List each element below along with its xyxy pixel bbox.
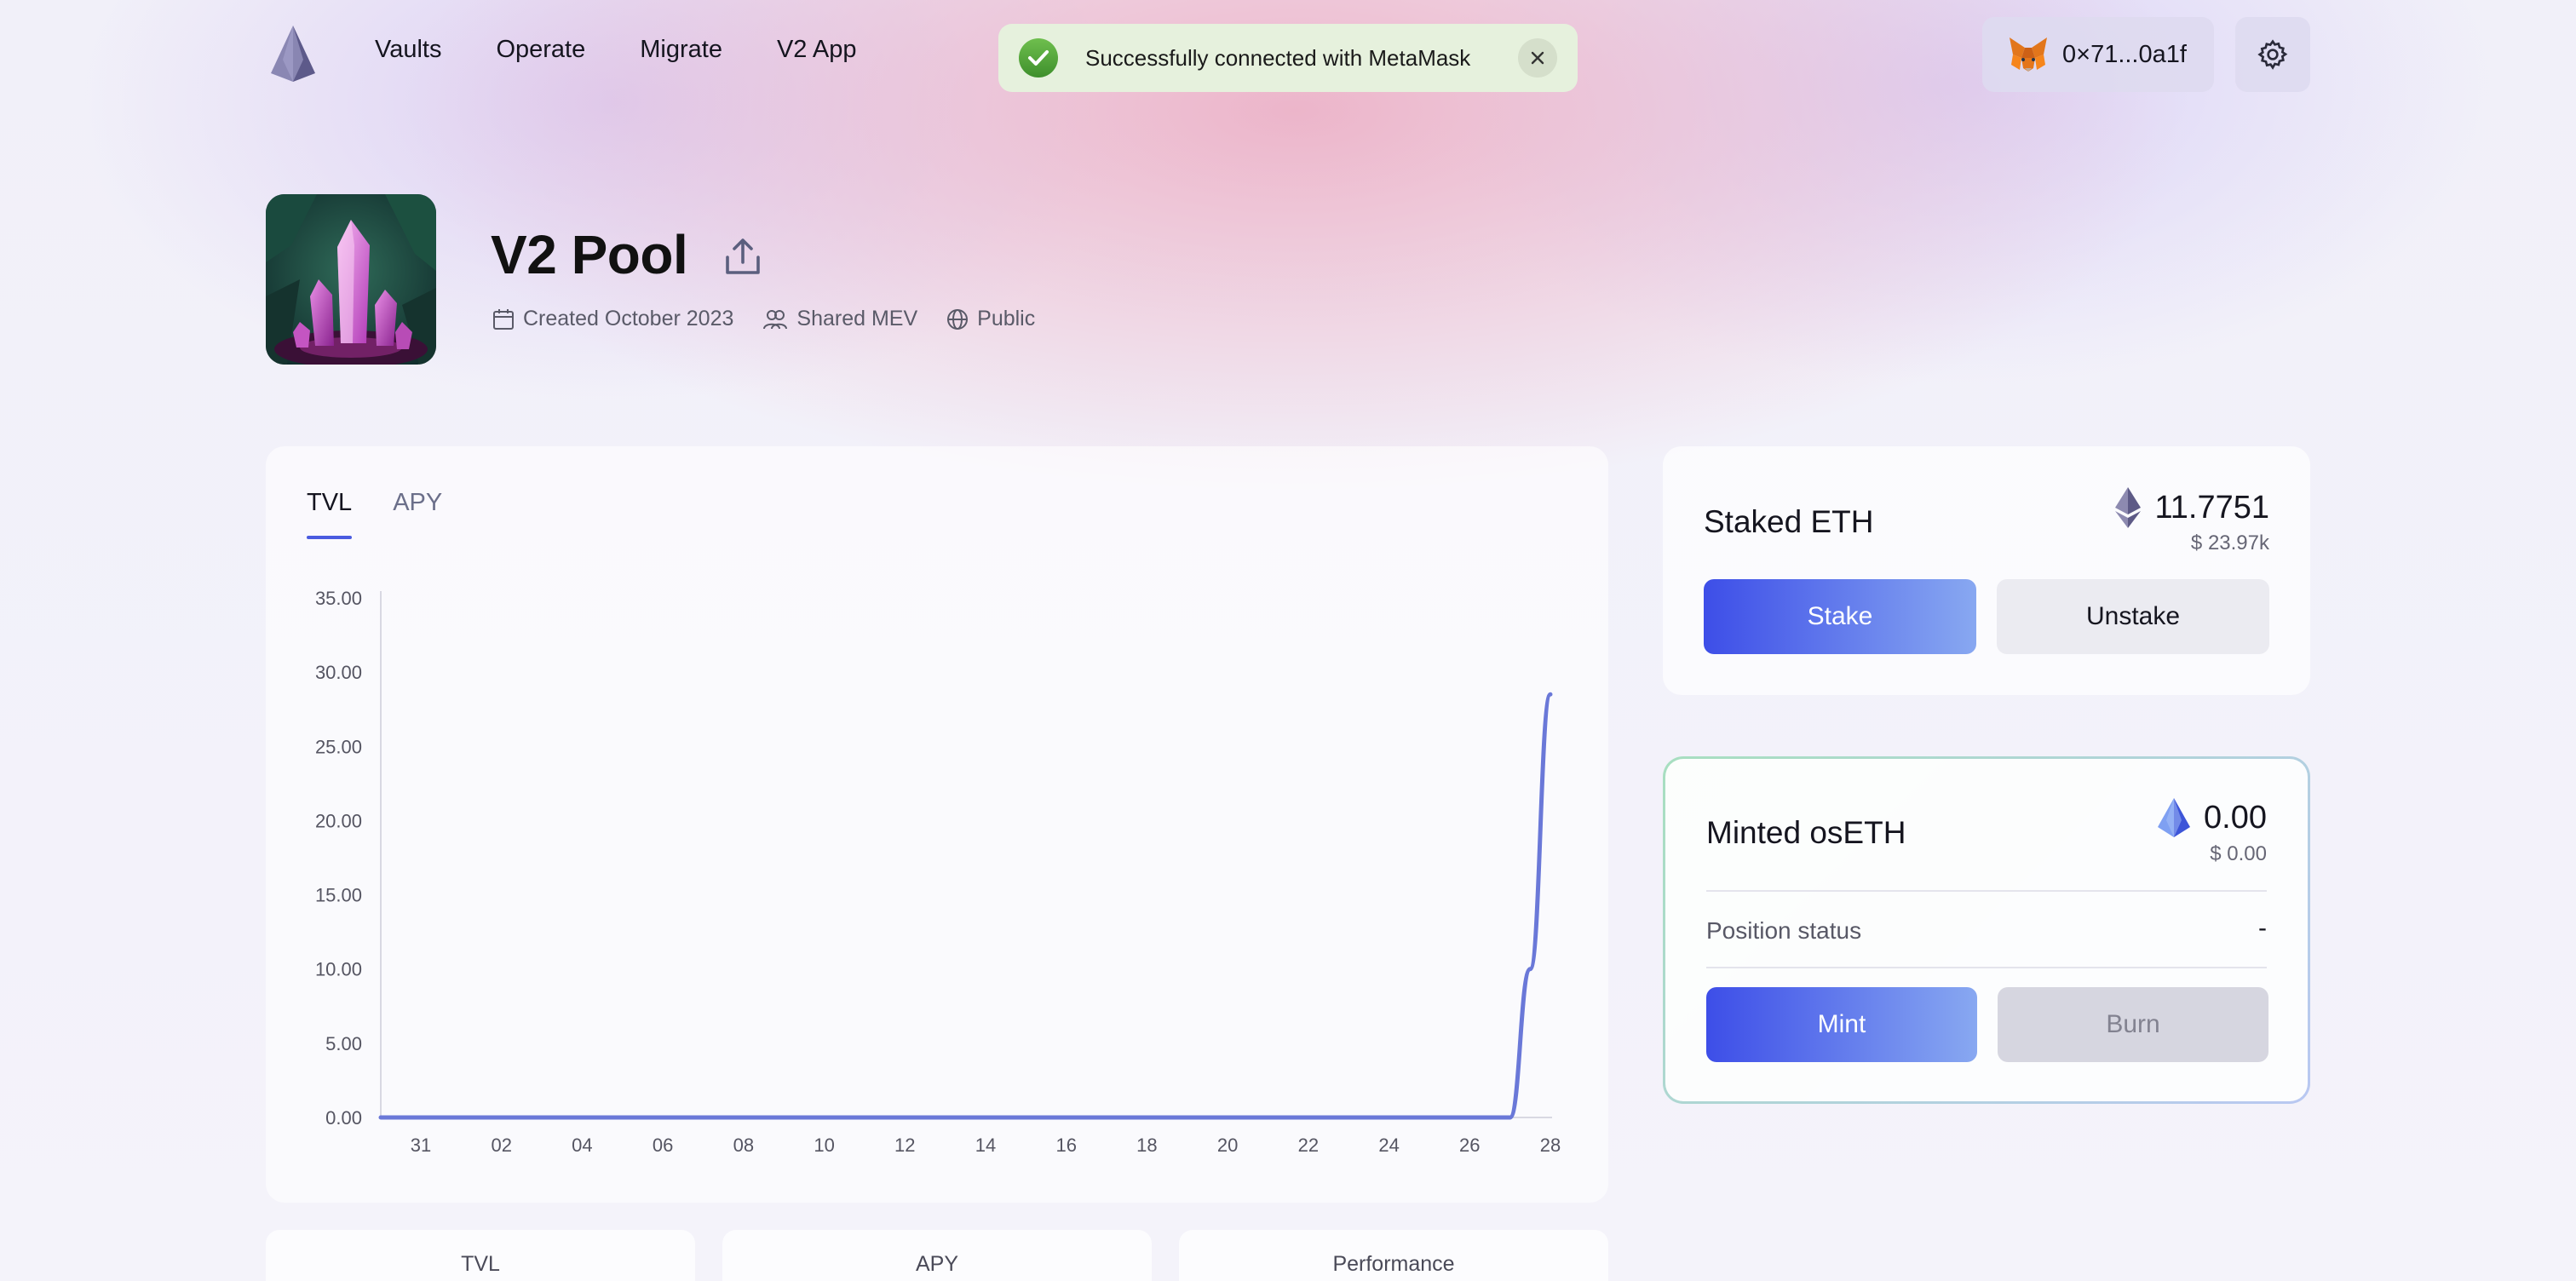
mev-text: Shared MEV: [796, 307, 918, 330]
created-text: Created October 2023: [523, 307, 734, 330]
minted-amount-row: 0.00: [2158, 798, 2267, 837]
minted-usd: $ 0.00: [2210, 842, 2267, 865]
x-tick-label: 12: [894, 1135, 915, 1156]
calendar-icon: [493, 308, 514, 330]
wallet-address: 0×71...0a1f: [2062, 40, 2187, 68]
x-tick-label: 22: [1298, 1135, 1319, 1156]
wallet-button[interactable]: 0×71...0a1f: [1982, 17, 2214, 92]
y-tick-label: 10.00: [315, 959, 362, 980]
vault-meta: Created October 2023 Shared MEV Public: [492, 307, 1035, 331]
x-tick-label: 08: [733, 1135, 754, 1156]
x-tick-label: 06: [653, 1135, 673, 1156]
stat-tab-performance[interactable]: Performance: [1179, 1230, 1608, 1281]
main-nav: Vaults Operate Migrate V2 App: [375, 36, 856, 64]
x-tick-label: 16: [1055, 1135, 1076, 1156]
staked-eth-card: Staked ETH 11.7751 $ 23.97k Stake Unstak…: [1663, 446, 2310, 695]
x-tick-label: 31: [411, 1135, 431, 1156]
eth-icon: [2115, 487, 2142, 528]
staked-amount-row: 11.7751: [2115, 487, 2269, 528]
y-tick-label: 25.00: [315, 736, 362, 757]
x-tick-label: 04: [572, 1135, 592, 1156]
divider: [1706, 890, 2267, 892]
y-tick-label: 35.00: [315, 588, 362, 609]
x-tick-label: 24: [1378, 1135, 1399, 1156]
check-icon: [1019, 38, 1058, 78]
stake-button[interactable]: Stake: [1704, 579, 1976, 654]
position-status-label: Position status: [1706, 917, 1862, 944]
meta-mev: Shared MEV: [762, 307, 917, 331]
mint-button[interactable]: Mint: [1706, 987, 1977, 1062]
nav-v2-app[interactable]: V2 App: [777, 36, 857, 64]
top-bar: Vaults Operate Migrate V2 App Successful…: [0, 0, 2576, 111]
meta-visibility: Public: [946, 307, 1035, 331]
tvl-series-line: [378, 692, 1553, 1120]
y-tick-label: 0.00: [325, 1107, 362, 1129]
vault-title: V2 Pool: [491, 224, 688, 285]
nav-migrate[interactable]: Migrate: [640, 36, 722, 64]
x-tick-label: 20: [1217, 1135, 1238, 1156]
x-tick-label: 18: [1136, 1135, 1157, 1156]
nav-operate[interactable]: Operate: [496, 36, 585, 64]
tvl-chart: 0.00 5.00 10.00 15.00 20.00 25.00 30.00 35.00 31…: [315, 588, 1561, 1156]
globe-icon: [947, 308, 969, 330]
position-status-value: -: [2258, 914, 2267, 942]
stat-tab-apy[interactable]: APY: [722, 1230, 1152, 1281]
y-tick-label: 5.00: [325, 1033, 362, 1054]
y-tick-label: 30.00: [315, 662, 362, 683]
success-toast: Successfully connected with MetaMask: [998, 24, 1578, 92]
staked-title: Staked ETH: [1704, 504, 1874, 539]
gear-icon: [2257, 39, 2288, 70]
x-tick-label: 26: [1459, 1135, 1480, 1156]
minted-amount: 0.00: [2204, 799, 2267, 836]
oseth-icon: [2158, 798, 2191, 837]
visibility-text: Public: [977, 307, 1036, 330]
x-tick-label: 28: [1540, 1135, 1561, 1156]
y-tick-label: 15.00: [315, 885, 362, 906]
minted-oseth-card: Minted osETH 0.00 $ 0.00 Position status…: [1663, 756, 2310, 1104]
stat-tab-tvl[interactable]: TVL: [266, 1230, 695, 1281]
unstake-button[interactable]: Unstake: [1997, 579, 2269, 654]
meta-created: Created October 2023: [492, 307, 733, 331]
y-tick-label: 20.00: [315, 810, 362, 831]
metamask-fox-icon: [2010, 37, 2047, 72]
minted-title: Minted osETH: [1706, 815, 1906, 850]
share-icon[interactable]: [722, 237, 763, 276]
divider: [1706, 967, 2267, 968]
x-tick-label: 10: [814, 1135, 834, 1156]
stakewise-logo-icon[interactable]: [271, 26, 315, 82]
staked-amount: 11.7751: [2154, 489, 2269, 526]
x-tick-label: 02: [491, 1135, 511, 1156]
chart-card: TVL APY 0.00 5.00 10.00 15.00 20.00 25.00 30.0…: [266, 446, 1608, 1203]
close-icon[interactable]: [1518, 38, 1557, 78]
settings-button[interactable]: [2235, 17, 2310, 92]
users-icon: [763, 309, 788, 329]
burn-button[interactable]: Burn: [1998, 987, 2268, 1062]
toast-message: Successfully connected with MetaMask: [1085, 44, 1471, 71]
nav-vaults[interactable]: Vaults: [375, 36, 441, 64]
x-tick-label: 14: [975, 1135, 996, 1156]
vault-avatar: [266, 194, 436, 365]
staked-usd: $ 23.97k: [2190, 531, 2269, 554]
